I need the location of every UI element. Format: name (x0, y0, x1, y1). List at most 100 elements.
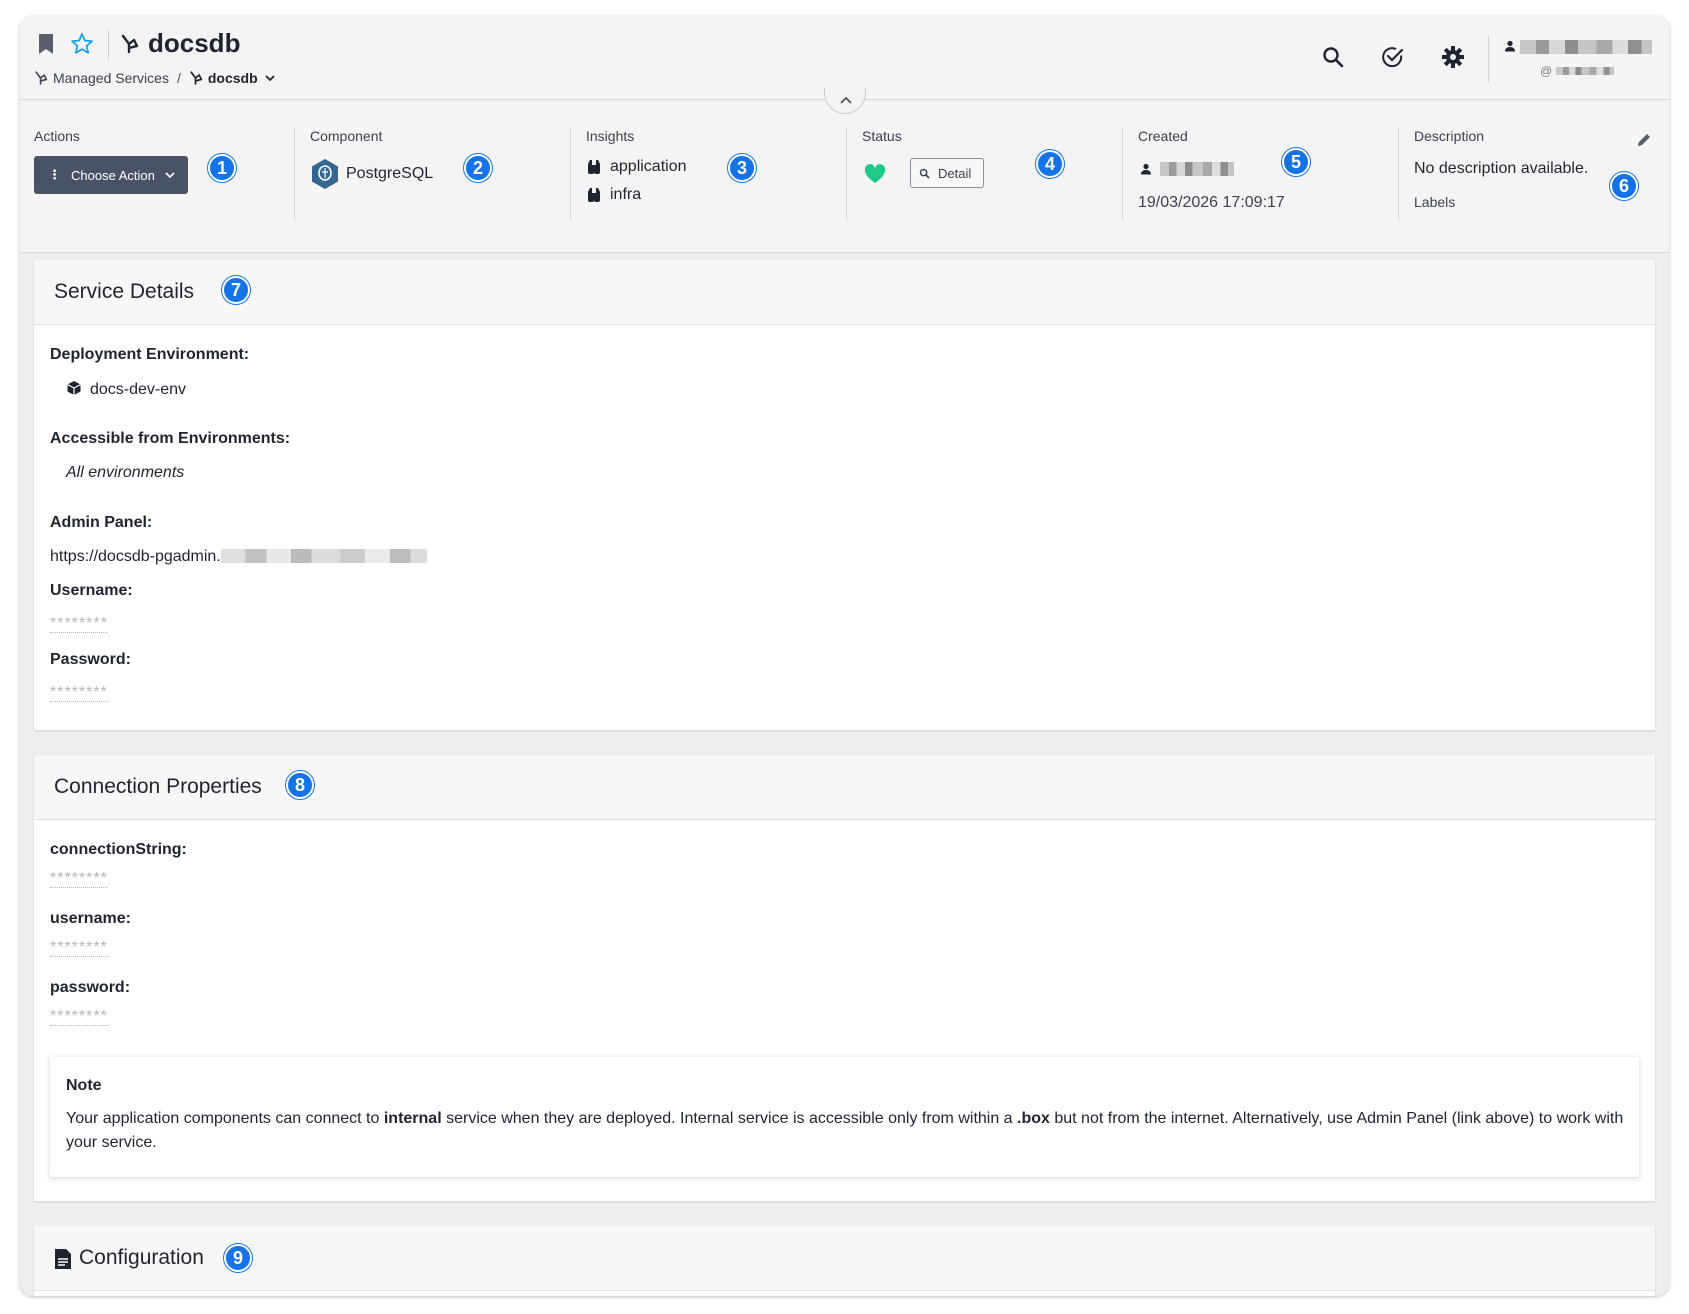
status-label: Status (862, 128, 902, 144)
component-label: Component (310, 128, 383, 144)
conn-password-masked-value[interactable]: ******** (50, 1009, 108, 1026)
choose-action-button[interactable]: ⋮ Choose Action (34, 156, 188, 194)
more-vertical-icon: ⋮ (48, 167, 61, 182)
column-divider (1398, 128, 1399, 220)
bookmark-icon[interactable] (38, 34, 54, 54)
status-column: Status Detail 4 (846, 128, 1102, 220)
description-label: Description (1414, 128, 1485, 144)
connection-properties-header: Connection Properties 8 (34, 755, 1655, 820)
header-divider (108, 30, 109, 60)
connection-properties-title: Connection Properties (54, 775, 262, 798)
service-icon (35, 71, 48, 85)
edit-pencil-icon[interactable] (1636, 132, 1652, 148)
note-title: Note (66, 1077, 102, 1094)
gear-icon[interactable] (1440, 44, 1466, 70)
breadcrumb: Managed Services / docsdb (34, 70, 276, 86)
note-bold-internal: internal (383, 1110, 442, 1127)
search-icon (919, 168, 930, 179)
health-heart-icon (864, 164, 886, 183)
created-label: Created (1138, 128, 1188, 144)
admin-panel-url: https://docsdb-pgadmin. (50, 548, 221, 565)
column-divider (294, 128, 295, 220)
service-icon (121, 34, 139, 54)
actions-column: Actions ⋮ Choose Action 1 (34, 128, 274, 220)
chevron-down-icon[interactable] (264, 72, 276, 84)
note-bold-box: .box (1017, 1110, 1050, 1127)
created-date: 19/03/2026 17:09:17 (1138, 194, 1285, 211)
connection-properties-card: Connection Properties 8 connectionString… (34, 755, 1655, 1201)
deployment-env-value[interactable]: docs-dev-env (66, 380, 186, 399)
user-menu[interactable]: @ (1504, 38, 1654, 82)
cube-icon (67, 381, 81, 395)
page-title: docsdb (148, 28, 241, 58)
conn-username-masked-value[interactable]: ******** (50, 940, 108, 957)
check-circle-icon[interactable] (1380, 44, 1406, 70)
deployment-env-name: docs-dev-env (90, 381, 187, 398)
user-name-redacted (1520, 40, 1652, 54)
chevron-down-icon (165, 172, 175, 179)
password-masked-value[interactable]: ******** (50, 685, 108, 702)
accessible-envs-value: All environments (66, 464, 185, 481)
component-column: Component PostgreSQL 2 (294, 128, 550, 220)
created-by (1140, 162, 1234, 176)
status-detail-button[interactable]: Detail (910, 158, 984, 188)
breadcrumb-separator: / (176, 70, 181, 86)
conn-password-label: password: (50, 979, 131, 996)
breadcrumb-current[interactable]: docsdb (208, 70, 258, 86)
labels-label: Labels (1414, 194, 1456, 210)
service-details-card: Service Details 7 Deployment Environment… (34, 260, 1655, 730)
username-masked-value[interactable]: ******** (50, 616, 108, 633)
insight-item[interactable]: infra (586, 186, 641, 204)
annotation-badge: 2 (464, 154, 492, 182)
user-icon (1141, 163, 1151, 175)
configuration-title: Configuration (79, 1246, 204, 1269)
note-box: Note Your application components can con… (50, 1057, 1639, 1177)
column-divider (846, 128, 847, 220)
annotation-badge: 3 (728, 154, 756, 182)
deployment-env-label: Deployment Environment: (50, 346, 250, 363)
binoculars-icon (588, 188, 600, 202)
admin-panel-label: Admin Panel: (50, 514, 153, 531)
connection-string-masked-value[interactable]: ******** (50, 871, 108, 888)
accessible-envs-label: Accessible from Environments: (50, 430, 291, 447)
configuration-header[interactable]: Configuration 9 (34, 1226, 1655, 1291)
creator-name-redacted (1160, 162, 1234, 176)
header-divider (1488, 36, 1489, 82)
admin-panel-link[interactable]: https://docsdb-pgadmin. (50, 548, 427, 566)
postgresql-icon (312, 159, 338, 189)
insights-label: Insights (586, 128, 635, 144)
annotation-badge: 1 (208, 154, 236, 182)
annotation-badge: 6 (1610, 172, 1638, 200)
admin-panel-url-redacted (220, 549, 427, 563)
detail-label: Detail (938, 165, 972, 181)
user-handle-redacted (1556, 67, 1614, 75)
app-window: docsdb Managed Services / docsdb @ Actio… (20, 16, 1669, 1296)
user-handle-prefix: @ (1540, 64, 1553, 78)
document-icon (55, 1249, 71, 1269)
binoculars-icon (588, 160, 600, 174)
service-icon (190, 71, 203, 85)
component-name: PostgreSQL (346, 165, 434, 182)
description-value: No description available. (1414, 160, 1589, 177)
breadcrumb-parent[interactable]: Managed Services (53, 70, 169, 86)
conn-username-label: username: (50, 910, 131, 927)
info-bar: Actions ⋮ Choose Action 1 Component Post… (20, 100, 1669, 253)
username-label: Username: (50, 582, 133, 599)
annotation-badge: 8 (286, 771, 314, 799)
insight-item[interactable]: application (586, 158, 687, 176)
star-icon[interactable] (70, 32, 94, 56)
password-label: Password: (50, 651, 131, 668)
created-column: Created 19/03/2026 17:09:17 5 (1122, 128, 1378, 220)
insight-label: application (610, 158, 687, 175)
component-value[interactable]: PostgreSQL (310, 158, 433, 190)
user-icon (1505, 40, 1515, 52)
configuration-card: Configuration 9 (34, 1226, 1655, 1296)
service-details-title: Service Details (54, 280, 195, 303)
column-divider (1122, 128, 1123, 220)
service-details-header: Service Details 7 (34, 260, 1655, 325)
actions-label: Actions (34, 128, 80, 144)
search-icon[interactable] (1320, 44, 1346, 70)
choose-action-label: Choose Action (71, 167, 155, 183)
chevron-up-icon (840, 96, 852, 104)
annotation-badge: 4 (1036, 150, 1064, 178)
